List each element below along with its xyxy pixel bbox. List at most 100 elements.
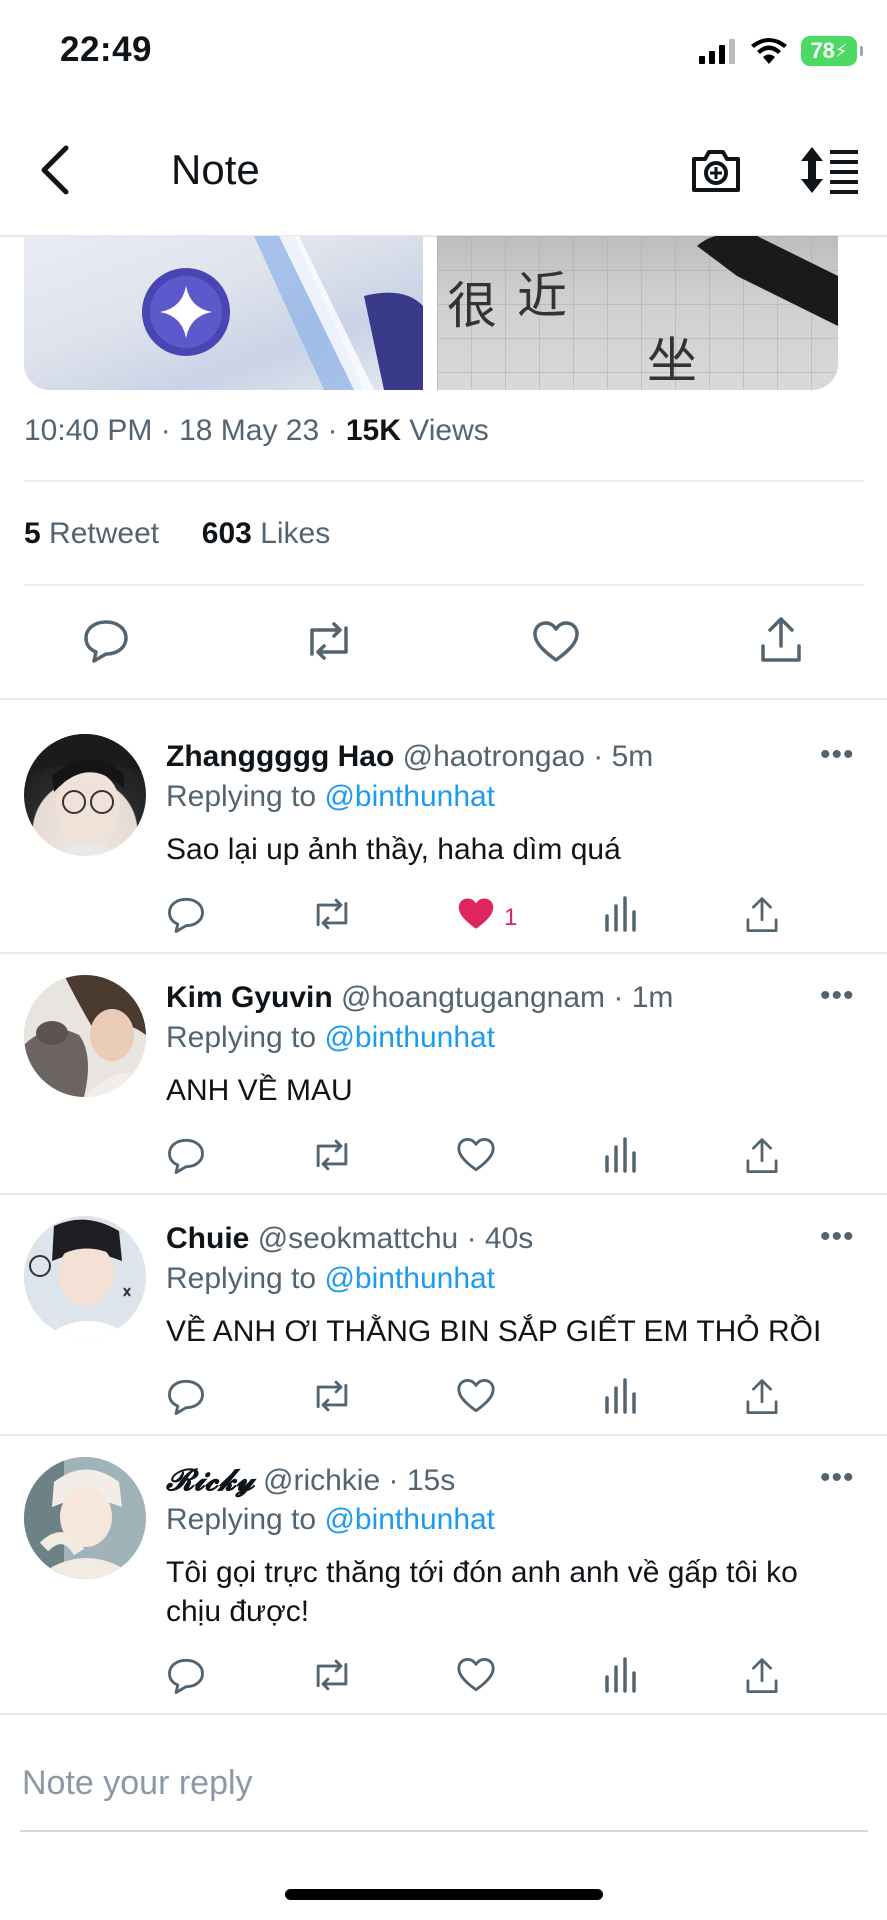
- more-options-button[interactable]: •••: [820, 1220, 855, 1254]
- avatar-illustration: [24, 734, 146, 856]
- heart-icon: [457, 1658, 495, 1692]
- status-time: 22:49: [60, 30, 153, 69]
- reply-time: 15s: [406, 1464, 456, 1497]
- reply-icon: [84, 620, 128, 663]
- retweet-icon: [316, 1380, 348, 1412]
- share-button[interactable]: [744, 1378, 780, 1421]
- reply-author-name[interactable]: Kim Gyuvin: [166, 981, 333, 1014]
- camera-button[interactable]: [690, 145, 742, 200]
- retweet-button[interactable]: [310, 1378, 354, 1419]
- divider: [24, 480, 864, 482]
- pen-illustration: [697, 236, 838, 326]
- likes-label: Likes: [260, 517, 331, 550]
- reply-button[interactable]: [166, 1137, 206, 1180]
- reply-handle[interactable]: @hoangtugangnam: [341, 981, 605, 1014]
- reply-handle[interactable]: @seokmattchu: [258, 1222, 459, 1255]
- reply-time: 40s: [484, 1222, 534, 1255]
- avatar-illustration: [24, 1457, 146, 1579]
- like-button[interactable]: [456, 1657, 496, 1698]
- share-icon: [746, 1138, 778, 1174]
- reply-mention-link[interactable]: @binthunhat: [324, 1262, 495, 1295]
- reply-author-name[interactable]: Zhanggggg Hao: [166, 740, 394, 773]
- views-button[interactable]: [604, 1137, 638, 1178]
- avatar[interactable]: [24, 1457, 146, 1579]
- analytics-icon: [605, 1137, 636, 1173]
- section-divider: [0, 698, 887, 700]
- tweet-reply-button[interactable]: [82, 618, 130, 669]
- reply-author-name[interactable]: Chuie: [166, 1222, 249, 1255]
- reply-header: Zhanggggg Hao @haotrongao · 5m: [166, 740, 654, 773]
- heart-icon: [457, 1379, 495, 1413]
- analytics-icon: [605, 1657, 636, 1693]
- replying-label: Replying to: [166, 1503, 317, 1536]
- views-button[interactable]: [604, 1378, 638, 1419]
- retweet-label: Retweet: [49, 517, 160, 550]
- reply-button[interactable]: [166, 896, 206, 939]
- replying-to: Replying to @binthunhat: [166, 1262, 495, 1296]
- replying-to: Replying to @binthunhat: [166, 1503, 495, 1537]
- sort-button[interactable]: [798, 145, 860, 200]
- reply-divider: [0, 952, 887, 954]
- tweet-share-button[interactable]: [758, 616, 804, 669]
- media-char: 坐: [647, 332, 697, 390]
- replying-label: Replying to: [166, 1021, 317, 1054]
- reply-header: Kim Gyuvin @hoangtugangnam · 1m: [166, 981, 674, 1014]
- battery-icon: 78 ⚡: [801, 36, 863, 66]
- more-options-button[interactable]: •••: [820, 979, 855, 1013]
- reply-button[interactable]: [166, 1657, 206, 1700]
- reply-button[interactable]: [166, 1378, 206, 1421]
- like-button[interactable]: [456, 1378, 496, 1419]
- like-button[interactable]: [456, 896, 496, 937]
- tweet-image-left[interactable]: [24, 236, 423, 390]
- replying-to: Replying to @binthunhat: [166, 1021, 495, 1055]
- reply-input[interactable]: [20, 1752, 864, 1814]
- reply-mention-link[interactable]: @binthunhat: [324, 780, 495, 813]
- views-label: Views: [409, 414, 489, 447]
- views-button[interactable]: [604, 896, 638, 937]
- views-button[interactable]: [604, 1657, 638, 1698]
- share-button[interactable]: [744, 1657, 780, 1700]
- share-button[interactable]: [744, 896, 780, 939]
- replying-to: Replying to @binthunhat: [166, 780, 495, 814]
- reply-divider: [0, 1193, 887, 1195]
- tweet-like-button[interactable]: [532, 620, 580, 669]
- tweet-retweet-button[interactable]: [302, 620, 356, 667]
- reply-text: Sao lại up ảnh thầy, haha dìm quá: [166, 833, 621, 866]
- sort-list-icon: [801, 147, 858, 194]
- share-button[interactable]: [744, 1137, 780, 1180]
- likes-stat[interactable]: 603 Likes: [202, 517, 330, 550]
- retweet-icon: [316, 898, 348, 930]
- avatar[interactable]: [24, 975, 146, 1097]
- reply-header: Chuie @seokmattchu · 40s: [166, 1222, 534, 1255]
- retweet-stat[interactable]: 5 Retweet: [24, 517, 159, 550]
- home-indicator[interactable]: [285, 1889, 603, 1900]
- retweet-button[interactable]: [310, 1657, 354, 1698]
- reply-actions: [166, 1137, 796, 1177]
- heart-icon: [457, 1138, 495, 1172]
- reply-mention-link[interactable]: @binthunhat: [324, 1021, 495, 1054]
- reply-text: VỀ ANH ƠI THẰNG BIN SẮP GIẾT EM THỎ RỒI: [166, 1315, 822, 1348]
- reply-handle[interactable]: @haotrongao: [403, 740, 585, 773]
- more-options-button[interactable]: •••: [820, 1461, 855, 1495]
- replying-label: Replying to: [166, 1262, 317, 1295]
- reply-author-name[interactable]: 𝓡𝓲𝓬𝓴𝔂: [166, 1463, 255, 1498]
- reply-time: 5m: [611, 740, 654, 773]
- avatar[interactable]: [24, 734, 146, 856]
- jacket-illustration: [142, 236, 423, 390]
- like-button[interactable]: [456, 1137, 496, 1178]
- camera-plus-icon: [692, 150, 740, 192]
- more-options-button[interactable]: •••: [820, 738, 855, 772]
- reply-handle[interactable]: @richkie: [263, 1464, 380, 1497]
- retweet-button[interactable]: [310, 1137, 354, 1178]
- tweet-date: 18 May 23: [179, 414, 320, 447]
- reply-text: Tôi gọi trực thăng tới đón anh anh về gấ…: [166, 1556, 798, 1628]
- back-button[interactable]: [36, 142, 80, 202]
- reply-mention-link[interactable]: @binthunhat: [324, 1503, 495, 1536]
- analytics-icon: [605, 896, 636, 932]
- likes-count: 603: [201, 517, 252, 550]
- reply-icon: [168, 1138, 204, 1174]
- tweet-image-right[interactable]: 很 近 坐: [437, 236, 838, 390]
- status-icons: 78 ⚡: [699, 36, 863, 66]
- avatar[interactable]: [24, 1216, 146, 1338]
- retweet-button[interactable]: [310, 896, 354, 937]
